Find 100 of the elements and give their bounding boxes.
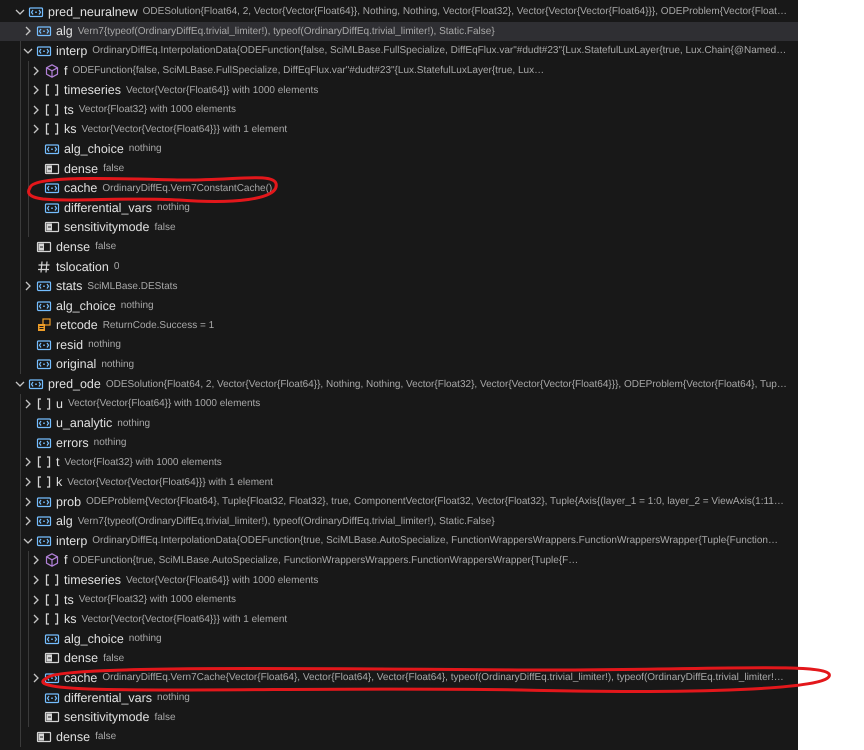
variable-value: nothing bbox=[117, 418, 150, 429]
variable-row[interactable]: timeseries Vector{Vector{Float64}} with 1000 elements bbox=[0, 570, 798, 590]
variable-value: OrdinaryDiffEq.Vern7ConstantCache() bbox=[102, 182, 272, 194]
variable-row[interactable]: differential_vars nothing bbox=[0, 688, 798, 708]
variable-name: sensitivitymode bbox=[64, 710, 150, 724]
variable-value: Vector{Vector{Float64}} with 1000 elements bbox=[126, 84, 318, 96]
variable-value: false bbox=[95, 731, 116, 742]
variable-row[interactable]: u Vector{Vector{Float64}} with 1000 elements bbox=[0, 394, 798, 414]
brackets-icon bbox=[44, 592, 60, 608]
variable-value: ODEProblem{Vector{Float64}, Tuple{Float32, Float32}, true, ComponentVector{Float32, Vector{Float32}, Tuple{Axis{(layer_1 = 1:0, layer_2 = ViewAxis(1:11… bbox=[86, 496, 784, 508]
brackets-icon bbox=[44, 611, 60, 628]
variable-value: ReturnCode.Success = 1 bbox=[102, 320, 214, 331]
variable-row[interactable]: k Vector{Vector{Vector{Float64}}} with 1 element bbox=[0, 472, 798, 492]
variable-value: nothing bbox=[157, 692, 190, 704]
variable-value: 0 bbox=[114, 261, 120, 272]
variable-row[interactable]: tslocation 0 bbox=[0, 256, 798, 276]
variable-row[interactable]: f ODEFunction{false, SciMLBase.FullSpecialize, DiffEqFlux.var"#dudt#23"{Lux.StatefulLuxLayer{true, Lux… bbox=[0, 60, 798, 80]
variable-value: Vector{Vector{Vector{Float64}}} with 1 element bbox=[82, 614, 288, 625]
variable-value: Vern7{typeof(OrdinaryDiffEq.trivial_limiter!), typeof(OrdinaryDiffEq.trivial_limiter!), Static.False} bbox=[78, 516, 495, 527]
variable-row[interactable]: ks Vector{Vector{Vector{Float64}}} with 1 element bbox=[0, 609, 798, 629]
variable-name: cache bbox=[64, 670, 98, 685]
variable-row[interactable]: pred_neuralnew ODESolution{Float64, 2, Vector{Vector{Float64}}, Nothing, Nothing, Vector{Float32}, Vector{Vector{Vector{Float64}}}, ODEProblem{Vector{Float… bbox=[0, 2, 798, 22]
variable-row[interactable]: dense false bbox=[0, 237, 798, 257]
variable-value: OrdinaryDiffEq.InterpolationData{ODEFunction{true, SciMLBase.AutoSpecialize, FunctionWrappersWrappers.FunctionWrappersWrapper{Tuple{Function… bbox=[92, 535, 778, 546]
brackets-icon bbox=[44, 102, 60, 118]
variable-value: nothing bbox=[128, 143, 162, 154]
variable-name: errors bbox=[56, 436, 89, 450]
variable-value: nothing bbox=[157, 202, 190, 214]
variable-row[interactable]: cache OrdinaryDiffEq.Vern7ConstantCache() bbox=[0, 178, 798, 198]
variable-row[interactable]: dense false bbox=[0, 158, 798, 178]
variable-value: Vector{Vector{Float64}} with 1000 elements bbox=[126, 574, 318, 586]
variable-row[interactable]: sensitivitymode false bbox=[0, 707, 798, 727]
variable-value: Vector{Float32} with 1000 elements bbox=[78, 594, 236, 606]
variable-row[interactable]: retcode ReturnCode.Success = 1 bbox=[0, 316, 798, 336]
variable-name: differential_vars bbox=[64, 690, 152, 705]
brackets-icon bbox=[44, 121, 60, 138]
variable-row[interactable]: f ODEFunction{true, SciMLBase.AutoSpecialize, FunctionWrappersWrappers.FunctionWrappersWrapper{Tuple{F… bbox=[0, 550, 798, 570]
brackets-icon bbox=[36, 396, 52, 412]
variable-value: OrdinaryDiffEq.Vern7Cache{Vector{Float64}, Vector{Float64}, Vector{Float64}, typeof(OrdinaryDiffEq.trivial_limiter!), typeof(OrdinaryDiffEq.trivial_limiter!… bbox=[102, 672, 784, 684]
variable-value: Vern7{typeof(OrdinaryDiffEq.trivial_limiter!), typeof(OrdinaryDiffEq.trivial_limiter!), Static.False} bbox=[78, 26, 495, 37]
variable-row[interactable]: prob ODEProblem{Vector{Float64}, Tuple{Float32, Float32}, true, ComponentVector{Float32, Vector{Float32}, Tuple{Axis{(layer_1 = 1:0, layer_2 = ViewAxis(1:11… bbox=[0, 492, 798, 512]
variable-row[interactable]: timeseries Vector{Vector{Float64}} with 1000 elements bbox=[0, 80, 798, 100]
variable-row[interactable]: alg_choice nothing bbox=[0, 139, 798, 159]
variable-name: interp bbox=[56, 534, 88, 548]
variable-name: ks bbox=[64, 612, 76, 626]
variable-name: timeseries bbox=[64, 83, 121, 98]
variable-name: pred_neuralnew bbox=[48, 4, 138, 19]
variable-row[interactable]: t Vector{Float32} with 1000 elements bbox=[0, 452, 798, 472]
variable-name: alg bbox=[56, 514, 73, 528]
variable-value: nothing bbox=[101, 358, 134, 370]
brackets-icon bbox=[44, 82, 60, 98]
variable-value: Vector{Vector{Float64}} with 1000 elements bbox=[68, 398, 260, 410]
variable-name: u bbox=[56, 396, 63, 411]
variable-value: false bbox=[103, 163, 124, 174]
variable-value: Vector{Float32} with 1000 elements bbox=[64, 456, 222, 468]
variable-value: Vector{Vector{Vector{Float64}}} with 1 element bbox=[82, 124, 288, 135]
variable-value: nothing bbox=[120, 300, 154, 312]
variable-row[interactable]: dense false bbox=[0, 726, 798, 747]
variable-value: nothing bbox=[88, 339, 121, 350]
variable-row[interactable]: u_analytic nothing bbox=[0, 413, 798, 434]
variable-name: timeseries bbox=[64, 573, 121, 588]
variable-row[interactable]: dense false bbox=[0, 648, 798, 668]
variable-row[interactable]: ts Vector{Float32} with 1000 elements bbox=[0, 590, 798, 610]
variable-row[interactable]: ts Vector{Float32} with 1000 elements bbox=[0, 100, 798, 120]
variable-row[interactable]: alg Vern7{typeof(OrdinaryDiffEq.trivial_limiter!), typeof(OrdinaryDiffEq.trivial_limiter!), Static.False} bbox=[0, 511, 798, 532]
variable-row[interactable]: errors nothing bbox=[0, 433, 798, 453]
variable-row[interactable]: ks Vector{Vector{Vector{Float64}}} with 1 element bbox=[0, 120, 798, 140]
variable-name: f bbox=[64, 553, 68, 568]
variable-value: ODESolution{Float64, 2, Vector{Vector{Float64}}, Nothing, Nothing, Vector{Float32}, Vector{Vector{Vector{Float64}}}, ODEProblem{Vector{Float64}, Tup… bbox=[106, 378, 787, 390]
variable-name: dense bbox=[56, 730, 90, 744]
variable-value: ODEFunction{false, SciMLBase.FullSpecialize, DiffEqFlux.var"#dudt#23"{Lux.StatefulLuxLayer{true, Lux… bbox=[72, 65, 544, 76]
variable-value: Vector{Vector{Vector{Float64}}} with 1 element bbox=[67, 476, 273, 488]
variable-value: false bbox=[103, 652, 124, 664]
variable-name: resid bbox=[56, 338, 84, 352]
variable-row[interactable]: differential_vars nothing bbox=[0, 198, 798, 218]
variable-row[interactable]: alg_choice nothing bbox=[0, 296, 798, 316]
variable-value: nothing bbox=[94, 437, 126, 448]
variable-row[interactable]: stats SciMLBase.DEStats bbox=[0, 276, 798, 296]
variable-row[interactable]: interp OrdinaryDiffEq.InterpolationData{ODEFunction{false, SciMLBase.FullSpecialize, DiffEqFlux.var"#dudt#23"{Lux.StatefulLuxLayer{true, Lux.Chain{@Named… bbox=[0, 41, 798, 61]
variable-name: u_analytic bbox=[56, 416, 112, 430]
variable-row[interactable]: original nothing bbox=[0, 354, 798, 374]
variable-row[interactable]: alg Vern7{typeof(OrdinaryDiffEq.trivial_limiter!), typeof(OrdinaryDiffEq.trivial_limiter!), Static.False} bbox=[0, 22, 798, 42]
variable-value: false bbox=[154, 712, 176, 723]
variable-name: alg bbox=[56, 24, 73, 38]
variable-row[interactable]: resid nothing bbox=[0, 335, 798, 355]
variable-row[interactable]: interp OrdinaryDiffEq.InterpolationData{ODEFunction{true, SciMLBase.AutoSpecialize, FunctionWrappersWrappers.FunctionWrappersWrapper{Tuple{Function… bbox=[0, 531, 798, 551]
variable-row[interactable]: cache OrdinaryDiffEq.Vern7Cache{Vector{Float64}, Vector{Float64}, Vector{Float64}, typeof(OrdinaryDiffEq.trivial_limiter!), typeof(OrdinaryDiffEq.trivial_limiter!… bbox=[0, 668, 798, 688]
variable-row[interactable]: pred_ode ODESolution{Float64, 2, Vector{Vector{Float64}}, Nothing, Nothing, Vector{Float32}, Vector{Vector{Vector{Float64}}}, ODEProblem{Vector{Float64}, Tup… bbox=[0, 374, 798, 394]
brackets-icon bbox=[44, 572, 60, 588]
variable-row[interactable]: alg_choice nothing bbox=[0, 629, 798, 649]
variable-name: f bbox=[64, 64, 68, 78]
variable-name: dense bbox=[64, 651, 98, 666]
variable-name: differential_vars bbox=[64, 200, 152, 215]
variable-value: false bbox=[95, 241, 116, 252]
variable-row[interactable]: sensitivitymode false bbox=[0, 218, 798, 238]
variable-value: nothing bbox=[128, 633, 162, 644]
variable-name: original bbox=[56, 357, 96, 372]
variable-name: retcode bbox=[56, 318, 98, 332]
variable-name: stats bbox=[56, 279, 82, 294]
variable-name: alg_choice bbox=[64, 632, 124, 646]
